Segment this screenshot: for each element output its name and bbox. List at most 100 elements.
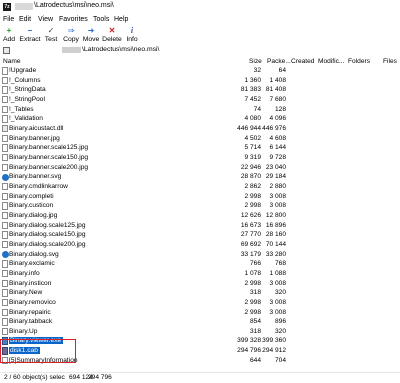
status-bar: 2 / 60 object(s) selec 694 124 294 796 bbox=[0, 372, 400, 383]
file-row[interactable]: Binary.banner.scale150.jpg 9 319 9 728 bbox=[0, 153, 400, 163]
file-packed-size: 446 976 bbox=[262, 124, 286, 132]
file-icon bbox=[2, 153, 8, 162]
app-icon bbox=[3, 3, 11, 11]
file-row[interactable]: Binary.repairic 2 998 3 008 bbox=[0, 308, 400, 318]
file-row[interactable]: Binary.info 1 078 1 088 bbox=[0, 269, 400, 279]
add-button[interactable]: + Add bbox=[2, 26, 16, 45]
file-row[interactable]: !_StringPool 7 452 7 680 bbox=[0, 95, 400, 105]
file-packed-size: 3 008 bbox=[269, 202, 286, 210]
file-row[interactable]: !_Validation 4 080 4 096 bbox=[0, 114, 400, 124]
folder-up-icon[interactable] bbox=[3, 47, 10, 54]
file-packed-size: 23 040 bbox=[265, 163, 286, 171]
file-size: 1 078 bbox=[244, 269, 261, 277]
column-packed[interactable]: Packe... bbox=[267, 58, 291, 65]
copy-icon: ⇒ bbox=[67, 26, 75, 35]
file-packed-size: 7 680 bbox=[269, 95, 286, 103]
file-packed-size: 1 408 bbox=[269, 76, 286, 84]
file-packed-size: 4 608 bbox=[269, 134, 286, 142]
file-row[interactable]: Binary.custicon 2 998 3 008 bbox=[0, 201, 400, 211]
menu-help[interactable]: Help bbox=[114, 16, 128, 23]
column-size[interactable]: Size bbox=[249, 58, 262, 65]
file-size: 2 998 bbox=[244, 298, 261, 306]
file-icon bbox=[2, 289, 8, 297]
file-name: Binary.dialog.jpg bbox=[9, 211, 58, 219]
file-size: 4 502 bbox=[244, 134, 261, 142]
title-bar: \Latrodectus\msi\neo.msi\ bbox=[0, 0, 400, 14]
file-row[interactable]: Binary.dialog.scale150.jpg 27 770 28 160 bbox=[0, 230, 400, 240]
file-row[interactable]: Binary.banner.scale200.jpg 22 946 23 040 bbox=[0, 163, 400, 173]
file-row[interactable]: Binary.dialog.svg 33 179 33 280 bbox=[0, 250, 400, 260]
plus-icon: + bbox=[6, 26, 12, 35]
column-folders[interactable]: Folders bbox=[348, 58, 370, 65]
menu-view[interactable]: View bbox=[38, 16, 53, 23]
file-name: !_Columns bbox=[9, 76, 41, 84]
address-path[interactable]: \Latrodectus\msi\neo.msi\ bbox=[82, 46, 159, 53]
copy-button[interactable]: ⇒ Copy bbox=[62, 26, 80, 45]
file-row[interactable]: Binary.banner.svg 28 870 29 184 bbox=[0, 172, 400, 182]
move-button[interactable]: ➜ Move bbox=[82, 26, 100, 45]
file-size: 4 080 bbox=[244, 115, 261, 123]
file-row[interactable]: !_StringData 81 383 81 408 bbox=[0, 85, 400, 95]
file-size: 644 bbox=[249, 356, 261, 364]
file-name: Binary.info bbox=[9, 269, 40, 277]
status-selection: 2 / 60 object(s) selec bbox=[4, 374, 65, 381]
file-icon bbox=[2, 115, 8, 123]
column-created[interactable]: Created bbox=[291, 58, 314, 65]
file-row[interactable]: !_Tables 74 128 bbox=[0, 105, 400, 115]
file-size: 2 998 bbox=[244, 192, 261, 200]
file-row[interactable]: Binary.completi 2 998 3 008 bbox=[0, 192, 400, 202]
test-button[interactable]: ✓ Test bbox=[43, 26, 59, 45]
file-row[interactable]: Binary.tabback 854 896 bbox=[0, 317, 400, 327]
column-files[interactable]: Files bbox=[383, 58, 397, 65]
file-size: 27 770 bbox=[240, 231, 261, 239]
file-row[interactable]: Binary.New 318 320 bbox=[0, 288, 400, 298]
file-row[interactable]: Binary.removico 2 998 3 008 bbox=[0, 298, 400, 308]
file-row[interactable]: Binary.aicustact.dll 446 944 446 976 bbox=[0, 124, 400, 134]
menu-tools[interactable]: Tools bbox=[93, 16, 109, 23]
delete-icon: ✕ bbox=[108, 26, 116, 35]
toolbar: + Add − Extract ✓ Test ⇒ Copy ➜ Move ✕ D… bbox=[0, 26, 400, 45]
file-row[interactable]: Binary.dialog.jpg 12 626 12 800 bbox=[0, 211, 400, 221]
file-size: 7 452 bbox=[244, 95, 261, 103]
file-name: Binary.banner.svg bbox=[9, 173, 62, 181]
file-row[interactable]: Binary.dialog.scale200.jpg 69 692 70 144 bbox=[0, 240, 400, 250]
file-size: 2 998 bbox=[244, 308, 261, 316]
file-icon bbox=[2, 76, 8, 85]
file-row[interactable]: Binary.exclamic 766 768 bbox=[0, 259, 400, 269]
file-size: 28 870 bbox=[240, 173, 261, 181]
file-row[interactable]: Binary.insticon 2 998 3 008 bbox=[0, 279, 400, 289]
file-packed-size: 2 880 bbox=[269, 182, 286, 190]
file-packed-size: 294 912 bbox=[262, 347, 286, 355]
file-icon bbox=[2, 298, 8, 307]
delete-button[interactable]: ✕ Delete bbox=[101, 26, 123, 45]
info-button[interactable]: i Info bbox=[125, 26, 139, 45]
file-row[interactable]: Binary.cmdlinkarrow 2 862 2 880 bbox=[0, 182, 400, 192]
file-icon bbox=[2, 231, 8, 239]
menu-favorites[interactable]: Favorites bbox=[59, 16, 88, 23]
address-bar[interactable]: \Latrodectus\msi\neo.msi\ bbox=[0, 45, 400, 56]
file-row[interactable]: Binary.dialog.scale125.jpg 16 673 16 896 bbox=[0, 221, 400, 231]
file-row[interactable]: Binary.banner.jpg 4 502 4 608 bbox=[0, 134, 400, 144]
column-modified[interactable]: Modific... bbox=[318, 58, 344, 65]
extract-button[interactable]: − Extract bbox=[18, 26, 42, 45]
file-size: 2 998 bbox=[244, 202, 261, 210]
file-icon bbox=[2, 192, 8, 201]
menu-file[interactable]: File bbox=[3, 16, 14, 23]
file-size: 2 862 bbox=[244, 182, 261, 190]
file-packed-size: 704 bbox=[274, 356, 286, 364]
file-packed-size: 320 bbox=[274, 327, 286, 335]
file-row[interactable]: !Upgrade 32 64 bbox=[0, 66, 400, 76]
file-packed-size: 64 bbox=[278, 67, 286, 74]
menu-edit[interactable]: Edit bbox=[19, 16, 31, 23]
file-size: 5 714 bbox=[244, 144, 261, 152]
file-size: 399 328 bbox=[237, 337, 261, 345]
file-icon bbox=[2, 67, 8, 75]
file-row[interactable]: !_Columns 1 360 1 408 bbox=[0, 76, 400, 86]
highlight-box bbox=[0, 339, 76, 363]
column-name[interactable]: Name bbox=[3, 58, 21, 65]
file-row[interactable]: Binary.Up 318 320 bbox=[0, 327, 400, 337]
file-packed-size: 6 144 bbox=[269, 144, 286, 152]
file-packed-size: 128 bbox=[274, 105, 286, 113]
file-packed-size: 1 088 bbox=[269, 269, 286, 277]
file-row[interactable]: Binary.banner.scale125.jpg 5 714 6 144 bbox=[0, 143, 400, 153]
